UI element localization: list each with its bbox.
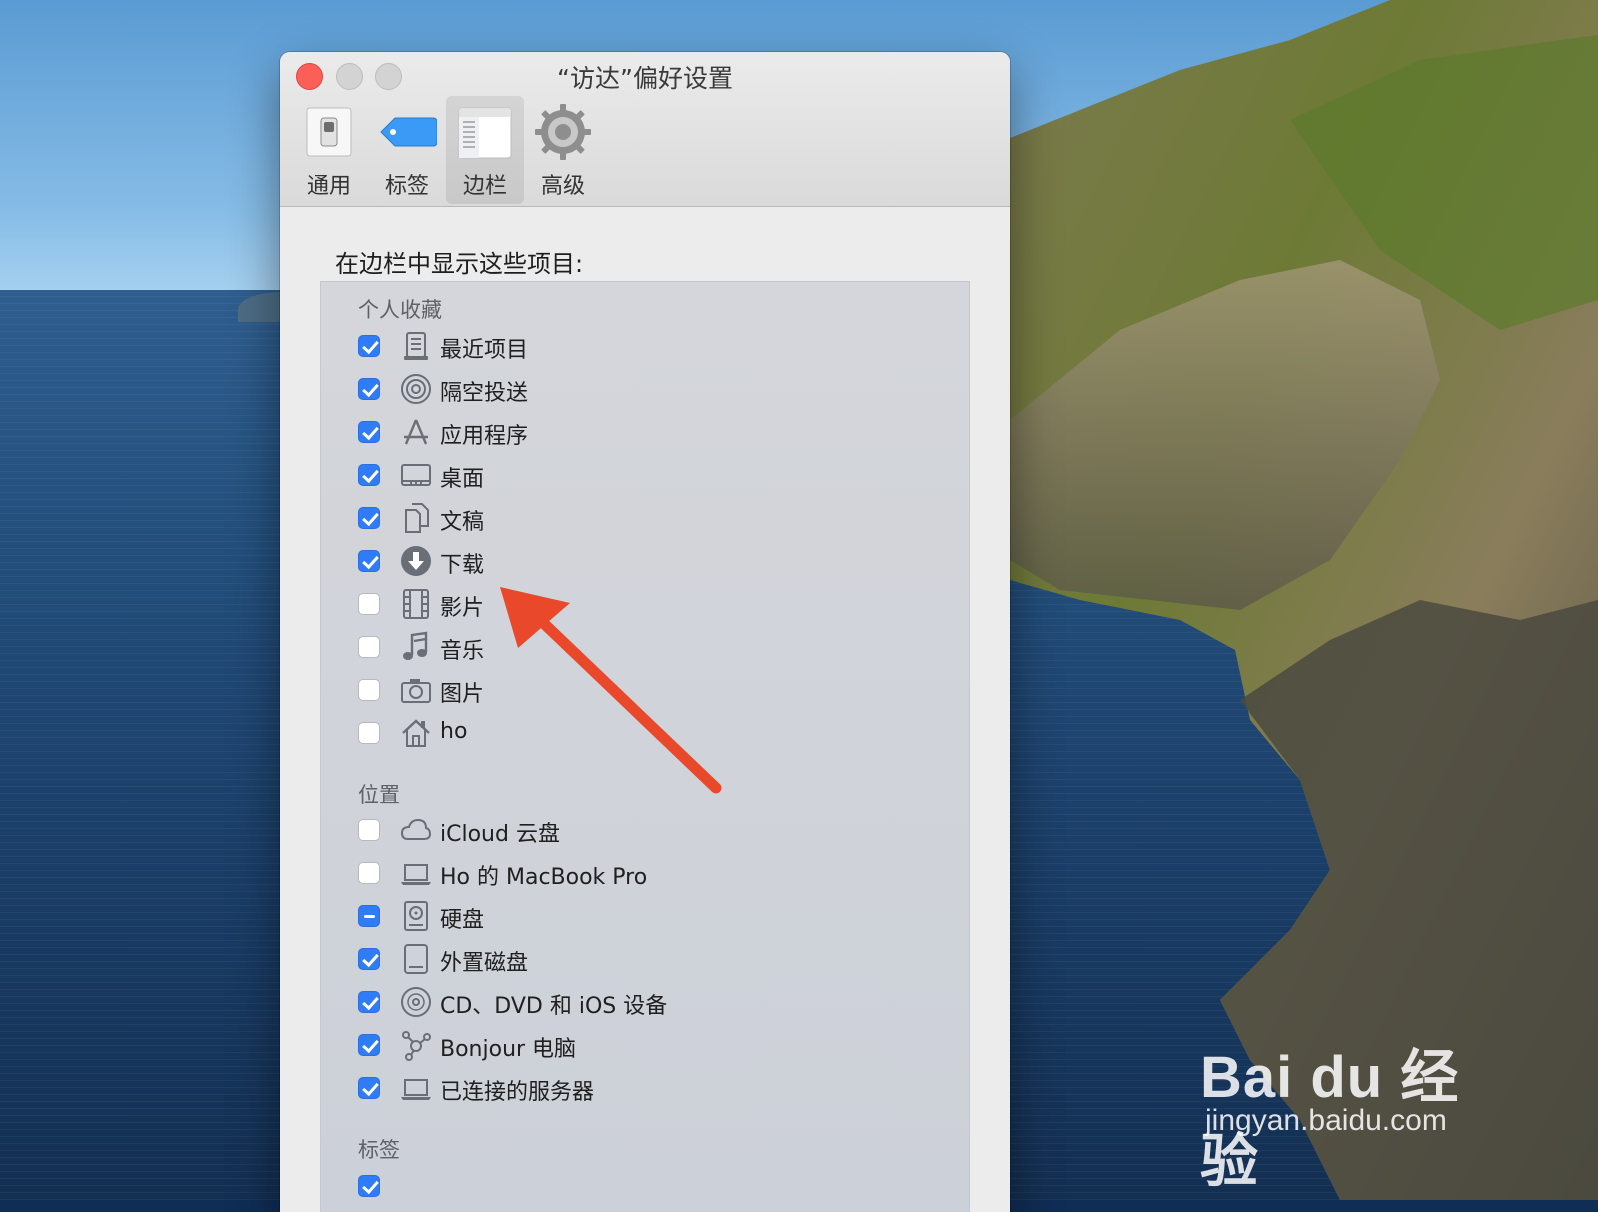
sidebar-items-list: 个人收藏 最近项目 隔空投送 应用程序 桌面 文稿 下载 影片 音乐 图片 ho… (320, 281, 970, 1212)
titlebar: “访达”偏好设置 通用 标签 边栏 高级 (280, 52, 1010, 207)
tab-advanced-label: 高级 (540, 174, 585, 199)
list-item-label: 文稿 (440, 510, 485, 535)
list-item-pictures[interactable]: 图片 (358, 672, 918, 708)
checkbox[interactable] (358, 507, 380, 529)
tab-sidebar-label: 边栏 (462, 174, 507, 199)
desktop-icon (401, 464, 431, 486)
tab-general[interactable]: 通用 (290, 96, 368, 204)
list-item-label: Ho 的 MacBook Pro (440, 865, 648, 890)
list-item-documents[interactable]: 文稿 (358, 500, 918, 536)
list-item-label: 最近项目 (440, 338, 529, 363)
list-item-label: Bonjour 电脑 (440, 1037, 577, 1062)
list-item-label: 桌面 (440, 467, 485, 492)
checkbox[interactable] (358, 1175, 380, 1197)
checkbox[interactable] (358, 550, 380, 572)
list-item-label: CD、DVD 和 iOS 设备 (440, 994, 668, 1019)
baidu-watermark: Bai du 经验 jingyan.baidu.com (1200, 1000, 1500, 1194)
group-label-locations: 位置 (358, 783, 400, 807)
list-item-label: 隔空投送 (440, 381, 529, 406)
gear-icon (535, 104, 591, 160)
section-heading: 在边栏中显示这些项目: (335, 250, 584, 278)
checkbox[interactable] (358, 335, 380, 357)
music-icon (403, 631, 428, 660)
home-icon (402, 719, 430, 747)
checkbox[interactable] (358, 421, 380, 443)
list-item-label: 音乐 (440, 639, 485, 664)
sidebar-preferences-pane: 在边栏中显示这些项目: 个人收藏 最近项目 隔空投送 应用程序 桌面 文稿 下载… (280, 207, 1010, 1212)
checkbox[interactable] (358, 991, 380, 1013)
checkbox[interactable] (358, 464, 380, 486)
list-item-label: 硬盘 (440, 908, 485, 933)
applications-icon (404, 419, 428, 445)
list-item-label: 已连接的服务器 (440, 1080, 595, 1105)
group-label-favorites: 个人收藏 (358, 298, 442, 322)
server-icon (401, 1079, 431, 1100)
watermark-url: jingyan.baidu.com (1205, 1104, 1447, 1137)
list-item-recents[interactable]: 最近项目 (358, 328, 918, 364)
window-title: “访达”偏好设置 (557, 64, 733, 93)
checkbox[interactable] (358, 378, 380, 400)
list-item-desktop[interactable]: 桌面 (358, 457, 918, 493)
checkbox[interactable] (358, 1077, 380, 1099)
tab-tags-label: 标签 (384, 174, 429, 199)
list-item-downloads[interactable]: 下载 (358, 543, 918, 579)
downloads-icon (401, 546, 431, 576)
hard-disk-icon (404, 901, 428, 931)
list-item-label: 影片 (440, 596, 485, 621)
list-item-icloud-drive[interactable]: iCloud 云盘 (358, 812, 918, 848)
tab-advanced[interactable]: 高级 (524, 96, 602, 204)
list-item-bonjour[interactable]: Bonjour 电脑 (358, 1027, 918, 1063)
tab-sidebar[interactable]: 边栏 (446, 96, 524, 204)
tab-general-label: 通用 (306, 174, 351, 199)
list-item-airdrop[interactable]: 隔空投送 (358, 371, 918, 407)
list-item-macbook[interactable]: Ho 的 MacBook Pro (358, 855, 918, 891)
list-item-label: 图片 (440, 682, 485, 707)
bonjour-icon (402, 1031, 431, 1061)
checkbox[interactable] (358, 636, 380, 658)
checkbox[interactable] (358, 593, 380, 615)
list-item-external-disk[interactable]: 外置磁盘 (358, 941, 918, 977)
tag-icon (380, 117, 437, 147)
checkbox[interactable] (358, 862, 380, 884)
switch-icon (306, 107, 352, 157)
movies-icon (403, 589, 429, 619)
list-item-label: 外置磁盘 (440, 951, 529, 976)
airdrop-icon (401, 374, 431, 404)
list-item-movies[interactable]: 影片 (358, 586, 918, 622)
finder-preferences-window: “访达”偏好设置 通用 标签 边栏 高级 在边栏中显示这些项目: 个人收藏 最近… (280, 52, 1010, 1212)
list-item-label: 应用程序 (440, 424, 529, 449)
checkbox[interactable] (358, 679, 380, 701)
checkbox[interactable] (358, 1034, 380, 1056)
recents-icon (404, 332, 428, 360)
disc-icon (401, 987, 431, 1017)
list-item-hard-disk[interactable]: 硬盘 (358, 898, 918, 934)
list-item-label: iCloud 云盘 (440, 822, 560, 847)
list-item-servers[interactable]: 已连接的服务器 (358, 1070, 918, 1106)
list-item-home[interactable]: ho (358, 715, 918, 751)
list-item-label: 下载 (440, 553, 485, 578)
list-item-music[interactable]: 音乐 (358, 629, 918, 665)
tab-tags[interactable]: 标签 (368, 96, 446, 204)
cloud-icon (400, 818, 432, 840)
checkbox[interactable] (358, 905, 380, 927)
list-item-recent-tags[interactable] (358, 1168, 918, 1204)
documents-icon (405, 503, 429, 533)
laptop-icon (401, 864, 431, 885)
checkbox[interactable] (358, 722, 380, 744)
checkbox[interactable] (358, 948, 380, 970)
group-label-tags: 标签 (358, 1138, 400, 1162)
external-disk-icon (404, 944, 428, 974)
list-item-applications[interactable]: 应用程序 (358, 414, 918, 450)
list-item-cd-dvd[interactable]: CD、DVD 和 iOS 设备 (358, 984, 918, 1020)
list-item-label: ho (440, 719, 468, 744)
checkbox[interactable] (358, 819, 380, 841)
sidebar-icon (458, 107, 512, 159)
camera-icon (401, 679, 431, 703)
